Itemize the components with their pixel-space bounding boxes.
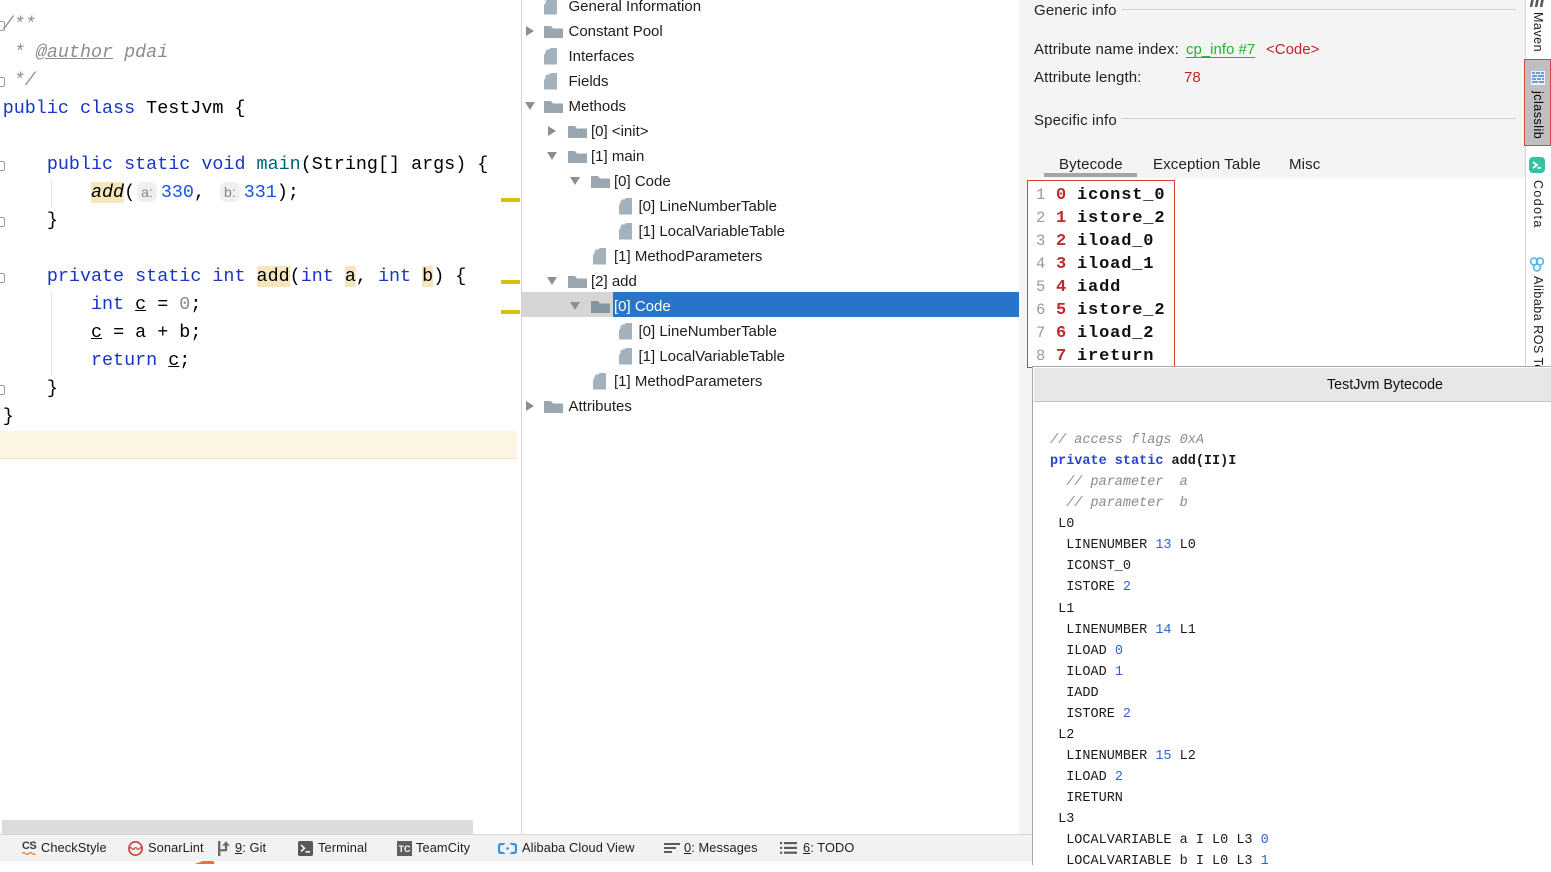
svg-text:TC: TC	[399, 844, 411, 854]
